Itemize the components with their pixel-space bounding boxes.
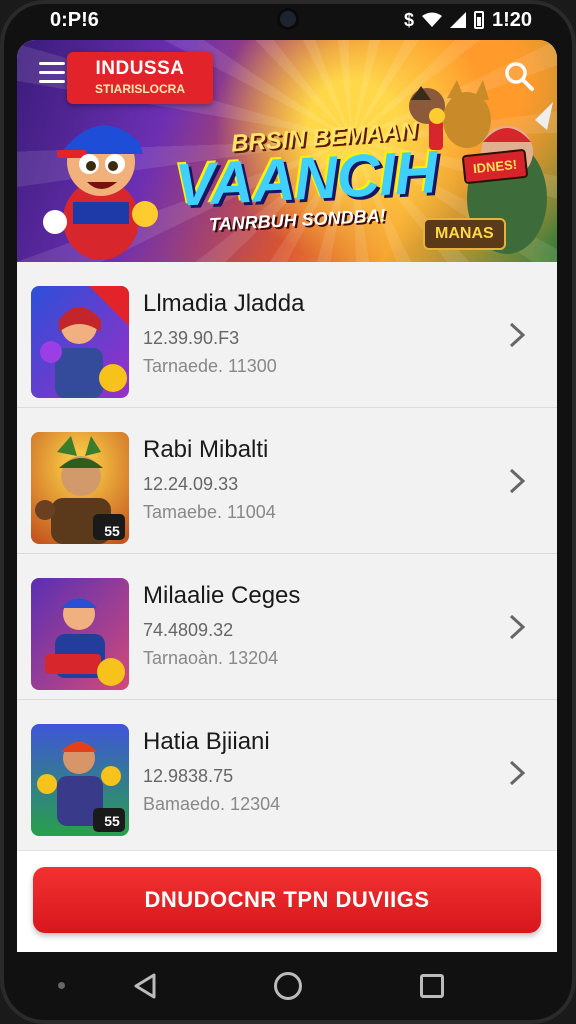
game-size: Tarnaoàn. 13204 <box>143 648 279 668</box>
back-icon[interactable] <box>132 972 158 1000</box>
list-item[interactable]: Rabi Mibalti 12.24.09.33 Tamaebe. 11004 … <box>17 408 557 554</box>
thumb-badge: 55 <box>104 813 120 829</box>
hero-title: VAANCIH <box>173 138 439 219</box>
game-thumbnail <box>31 286 129 398</box>
game-size: Bamaedo. 12304 <box>143 794 281 814</box>
hero-banner[interactable]: INDUSSA STIARISLOCRA BRSIN BEMAAN VAANCI… <box>17 40 557 262</box>
battery-icon <box>473 11 484 29</box>
menu-icon[interactable] <box>39 62 65 84</box>
game-date: 12.39.90.F3 <box>143 328 240 348</box>
signal-icon <box>449 12 466 28</box>
chevron-right-icon <box>509 322 526 348</box>
game-date: 12.24.09.33 <box>143 474 239 494</box>
system-nav-bar <box>0 952 576 1024</box>
status-clock-right: 1!20 <box>491 8 532 31</box>
nfc-icon: $ <box>403 9 414 30</box>
game-size: Tarnaede. 11300 <box>143 356 277 376</box>
home-icon[interactable] <box>274 972 302 1000</box>
brand-title: INDUSSA <box>95 58 185 79</box>
app-screen: INDUSSA STIARISLOCRA BRSIN BEMAAN VAANCI… <box>17 40 557 952</box>
brand-subtitle: STIARISLOCRA <box>95 82 185 96</box>
status-icons: $ 1!20 <box>404 9 532 32</box>
game-size: Tamaebe. 11004 <box>143 502 276 522</box>
chevron-right-icon <box>509 614 526 640</box>
list-item[interactable]: Milaalie Ceges 74.4809.32 Tarnaoàn. 1320… <box>17 554 557 700</box>
recent-apps-icon[interactable] <box>420 974 444 998</box>
download-bar: DNUDOCNR TPN DUVIIGS <box>17 850 557 952</box>
game-thumbnail <box>31 578 129 690</box>
game-title: Milaalie Ceges <box>143 582 301 609</box>
wifi-icon <box>421 12 442 27</box>
game-title: Hatia Bjiiani <box>143 728 270 755</box>
game-date: 74.4809.32 <box>143 620 234 640</box>
game-list: Llmadia Jladda 12.39.90.F3 Tarnaede. 113… <box>17 262 557 846</box>
mascot-character-left <box>43 125 158 260</box>
brand-logo: INDUSSA STIARISLOCRA <box>67 52 213 104</box>
chevron-right-icon <box>509 468 526 494</box>
front-camera <box>280 11 296 27</box>
phone-frame: 0:P!6 $ 1!20 INDUSSA STIARISLOCRA BRSIN … <box>0 0 576 1024</box>
game-date: 12.9838.75 <box>143 766 234 786</box>
sticker-badge: MANAS <box>423 218 506 250</box>
nav-dot-icon <box>58 982 65 989</box>
list-item[interactable]: Hatia Bjiiani 12.9838.75 Bamaedo. 12304 … <box>17 700 557 846</box>
status-time: 0:P!6 <box>50 8 99 31</box>
chevron-right-icon <box>509 760 526 786</box>
thumb-badge: 55 <box>104 523 120 539</box>
game-title: Rabi Mibalti <box>143 436 269 463</box>
download-button[interactable]: DNUDOCNR TPN DUVIIGS <box>33 867 541 933</box>
list-item[interactable]: Llmadia Jladda 12.39.90.F3 Tarnaede. 113… <box>17 262 557 408</box>
game-title: Llmadia Jladda <box>143 290 305 317</box>
